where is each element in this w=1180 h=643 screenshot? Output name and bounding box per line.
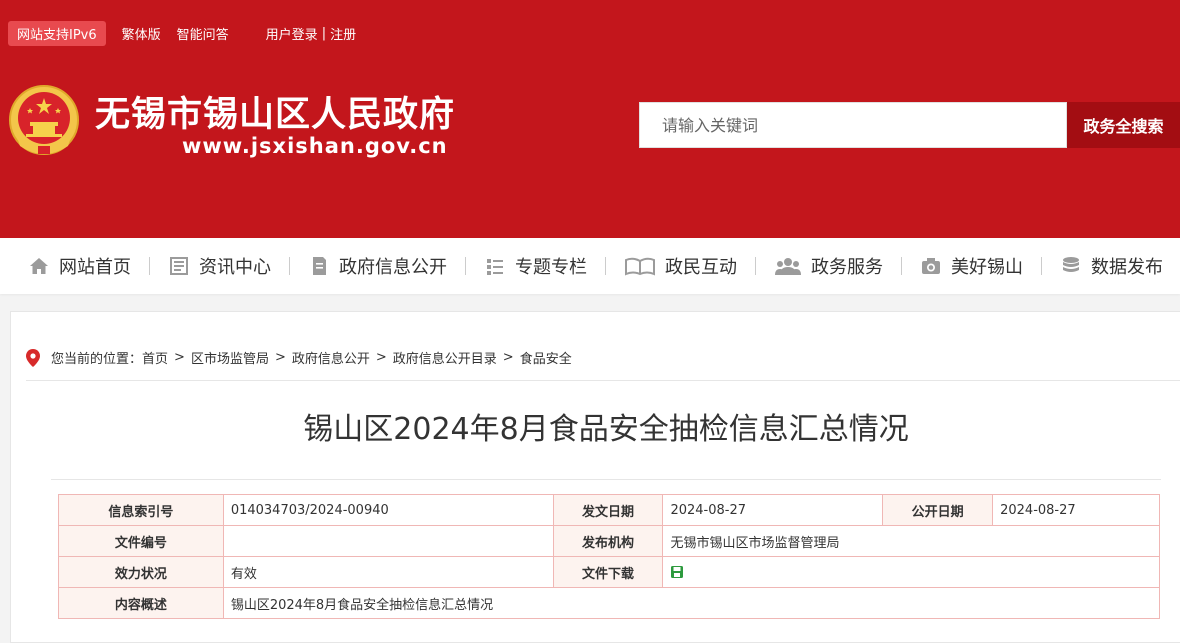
database-icon [1063, 257, 1079, 272]
book-icon [625, 257, 655, 276]
nav-divider [149, 257, 150, 275]
breadcrumb-home[interactable]: 首页 [142, 348, 168, 367]
breadcrumb-gov-info[interactable]: 政府信息公开 [292, 348, 370, 367]
validity-value: 有效 [222, 556, 554, 588]
divider [51, 479, 1161, 480]
smart-qa-link[interactable]: 智能问答 [177, 24, 229, 43]
location-pin-icon [26, 348, 40, 367]
nav-services-label: 政务服务 [811, 257, 883, 278]
index-value: 014034703/2024-00940 [222, 494, 554, 526]
login-link[interactable]: 用户登录 [266, 24, 318, 43]
nav-news[interactable]: 资讯中心 [168, 253, 271, 279]
public-date-value: 2024-08-27 [992, 494, 1160, 526]
register-link[interactable]: 注册 [330, 24, 356, 43]
site-header: 网站支持IPv6 繁体版 智能问答 用户登录 | 注册 无锡市锡山区人民政府 w… [0, 0, 1180, 238]
breadcrumb-prefix: 您当前的位置： [51, 352, 143, 367]
main-nav: 网站首页 资讯中心 政府信息公开 专题专栏 政民互动 政务服务 美好锡山 数据发… [0, 238, 1180, 294]
table-row: 内容概述 锡山区2024年8月食品安全抽检信息汇总情况 [58, 587, 1161, 619]
topbar-separator: | [321, 25, 327, 41]
nav-data-release[interactable]: 数据发布 [1060, 253, 1163, 279]
doc-no-label: 文件编号 [58, 525, 224, 557]
nav-data-release-label: 数据发布 [1091, 257, 1163, 278]
breadcrumb-gov-info-catalog[interactable]: 政府信息公开目录 [393, 348, 497, 367]
camera-icon [922, 258, 940, 274]
breadcrumb: 您当前的位置： 首页 > 区市场监管局 > 政府信息公开 > 政府信息公开目录 … [26, 348, 572, 367]
table-row: 文件编号 发布机构 无锡市锡山区市场监督管理局 [58, 525, 1160, 557]
nav-interaction[interactable]: 政民互动 [624, 253, 737, 279]
nav-gov-info-label: 政府信息公开 [339, 257, 447, 278]
publisher-value: 无锡市锡山区市场监督管理局 [662, 525, 1160, 557]
nav-divider [1041, 257, 1042, 275]
document-icon [313, 257, 326, 275]
top-bar: 网站支持IPv6 繁体版 智能问答 用户登录 | 注册 [8, 20, 356, 46]
table-row: 效力状况 有效 文件下载 [58, 556, 1160, 588]
home-icon [30, 258, 48, 274]
breadcrumb-market-bureau[interactable]: 区市场监管局 [191, 348, 269, 367]
nav-news-label: 资讯中心 [199, 257, 271, 278]
save-icon[interactable] [670, 565, 684, 579]
public-date-label: 公开日期 [882, 494, 994, 526]
breadcrumb-separator: > [274, 350, 286, 365]
issue-date-value: 2024-08-27 [662, 494, 884, 526]
table-row: 信息索引号 014034703/2024-00940 发文日期 2024-08-… [58, 494, 1160, 526]
nav-divider [901, 257, 902, 275]
breadcrumb-separator: > [174, 350, 185, 365]
nav-home[interactable]: 网站首页 [28, 253, 131, 279]
nav-beautiful-xishan-label: 美好锡山 [951, 257, 1023, 278]
nav-divider [289, 257, 290, 275]
nav-topics-label: 专题专栏 [515, 257, 587, 278]
nav-beautiful-xishan[interactable]: 美好锡山 [920, 253, 1023, 279]
divider [26, 380, 1180, 381]
nav-divider [605, 257, 606, 275]
nav-divider [755, 257, 756, 275]
ipv6-badge: 网站支持IPv6 [8, 20, 106, 46]
national-emblem-icon [9, 85, 79, 155]
validity-label: 效力状况 [58, 556, 224, 588]
nav-divider [465, 257, 466, 275]
breadcrumb-separator: > [502, 350, 514, 365]
nav-home-label: 网站首页 [59, 257, 131, 278]
summary-value: 锡山区2024年8月食品安全抽检信息汇总情况 [222, 587, 1161, 619]
nav-gov-info[interactable]: 政府信息公开 [308, 253, 447, 279]
nav-interaction-label: 政民互动 [665, 257, 737, 278]
people-icon [775, 258, 801, 275]
nav-topics[interactable]: 专题专栏 [484, 253, 587, 279]
download-cell [662, 556, 1160, 588]
site-title[interactable]: 无锡市锡山区人民政府 [95, 86, 455, 137]
list-icon [487, 259, 503, 275]
nav-services[interactable]: 政务服务 [774, 253, 883, 279]
publisher-label: 发布机构 [552, 525, 664, 557]
breadcrumb-separator: > [375, 350, 387, 365]
article-title: 锡山区2024年8月食品安全抽检信息汇总情况 [303, 412, 909, 447]
site-url[interactable]: www.jsxishan.gov.cn [182, 134, 448, 158]
news-icon [170, 257, 188, 275]
summary-label: 内容概述 [58, 587, 224, 619]
issue-date-label: 发文日期 [552, 494, 664, 526]
info-meta-table: 信息索引号 014034703/2024-00940 发文日期 2024-08-… [58, 494, 1161, 619]
search-box [639, 102, 1067, 148]
content-panel: 您当前的位置： 首页 > 区市场监管局 > 政府信息公开 > 政府信息公开目录 … [10, 311, 1180, 643]
traditional-chinese-link[interactable]: 繁体版 [122, 24, 161, 43]
breadcrumb-food-safety[interactable]: 食品安全 [520, 348, 572, 367]
search-input[interactable] [640, 103, 1066, 147]
index-label: 信息索引号 [58, 494, 224, 526]
download-label: 文件下载 [552, 556, 664, 588]
search-button[interactable]: 政务全搜索 [1067, 102, 1180, 148]
doc-no-value [222, 525, 554, 557]
